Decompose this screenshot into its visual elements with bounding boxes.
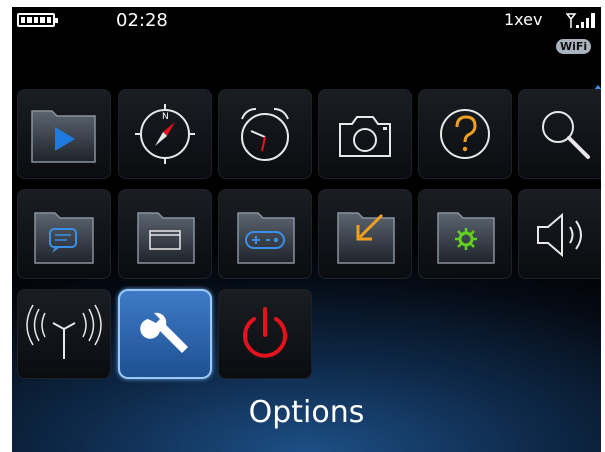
status-bar: 02:28 1xev WiFi <box>12 7 601 59</box>
clock-time: 02:28 <box>116 10 168 31</box>
wifi-badge: WiFi <box>556 39 592 54</box>
camera-icon[interactable] <box>318 89 412 179</box>
svg-text:N: N <box>162 112 169 122</box>
network-type: 1xev <box>504 10 543 29</box>
media-folder-icon[interactable] <box>17 89 111 179</box>
games-folder-icon[interactable] <box>218 189 312 279</box>
sound-profile-icon[interactable] <box>518 189 601 279</box>
home-screen: 02:28 1xev WiFi N Options <box>12 7 601 452</box>
settings-folder-icon[interactable] <box>418 189 512 279</box>
applications-folder-icon[interactable] <box>118 189 212 279</box>
downloads-folder-icon[interactable] <box>318 189 412 279</box>
alarm-clock-icon[interactable] <box>218 89 312 179</box>
search-icon[interactable] <box>518 89 601 179</box>
messages-folder-icon[interactable] <box>17 189 111 279</box>
selected-app-label: Options <box>248 395 365 430</box>
options-wrench-icon[interactable] <box>118 289 212 379</box>
browser-compass-icon[interactable]: N <box>118 89 212 179</box>
signal-bars-icon <box>566 13 595 28</box>
battery-full-icon <box>17 13 58 27</box>
help-icon[interactable] <box>418 89 512 179</box>
manage-connections-icon[interactable] <box>17 289 111 379</box>
power-icon[interactable] <box>218 289 312 379</box>
